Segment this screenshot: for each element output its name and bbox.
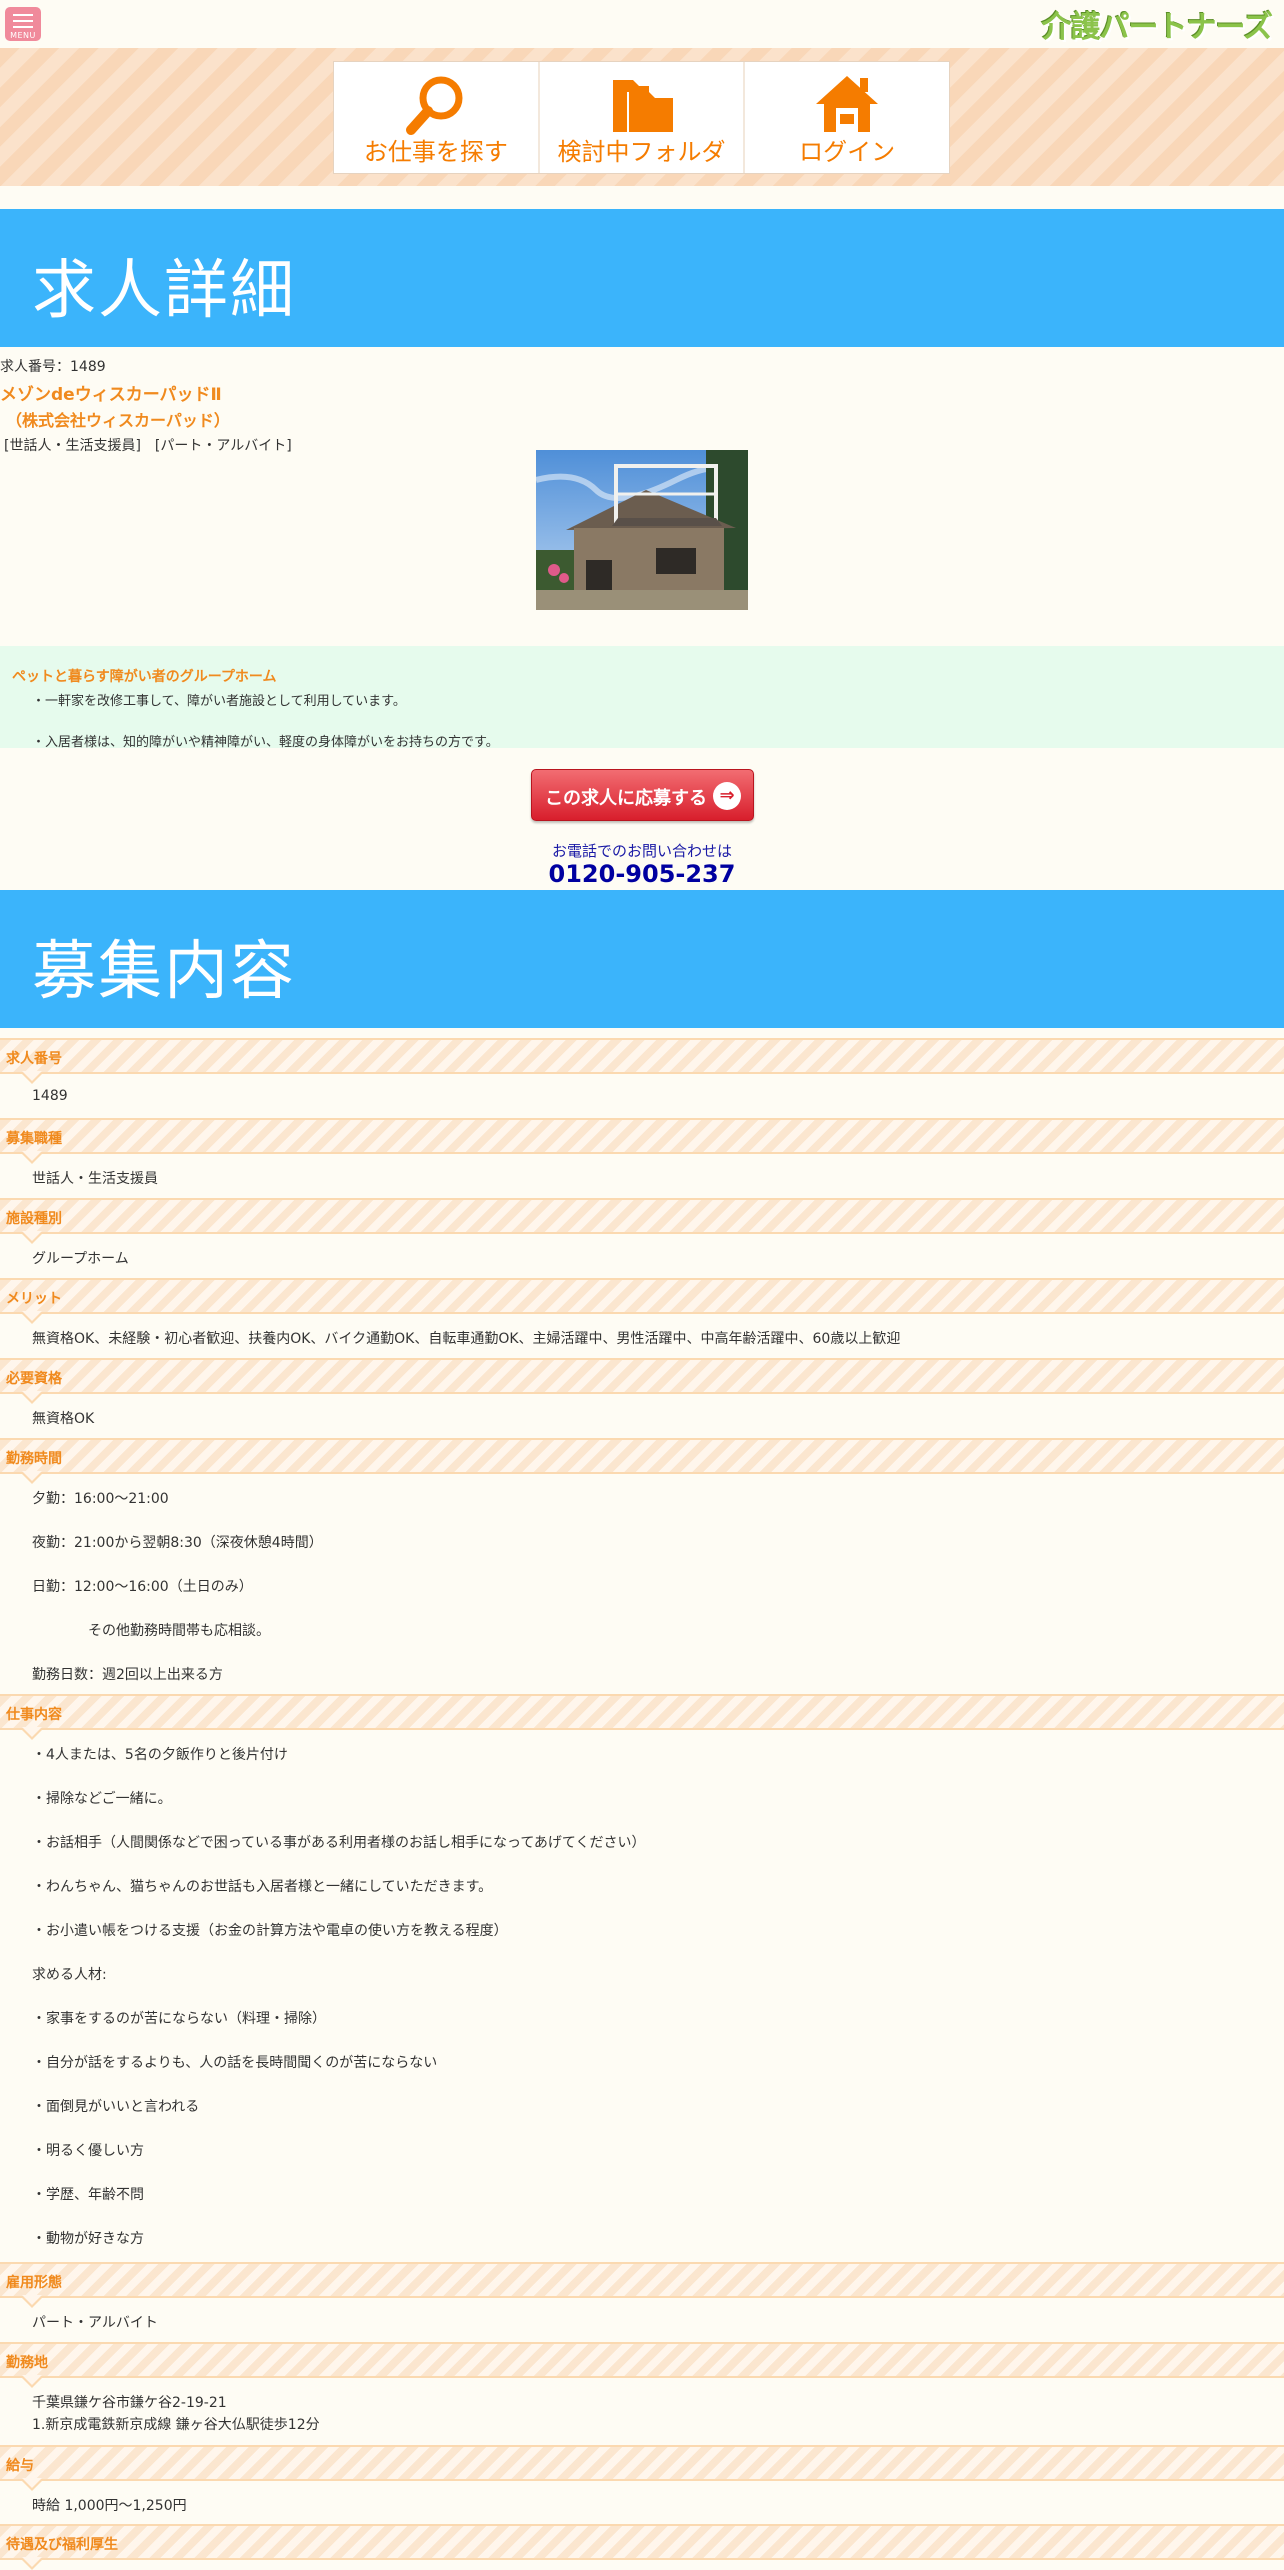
nav-label: お仕事を探す	[363, 138, 508, 166]
notch-decoration	[22, 2375, 42, 2385]
banner-title: 求人詳細	[32, 254, 296, 328]
apply-button[interactable]: この求人に応募する ⇒	[531, 769, 754, 821]
detail-value: パート・アルバイト	[32, 2315, 158, 2331]
detail-value: ・動物が好きな方	[32, 2231, 144, 2247]
detail-heading: メリット	[0, 1278, 1284, 1324]
intro-line: ・一軒家を改修工事して、障がい者施設として利用しています。	[32, 694, 406, 709]
detail-value: 夕勤：16:00～21:00	[32, 1491, 169, 1507]
detail-value: ・わんちゃん、猫ちゃんのお世話も入居者様と一緒にしていただきます。	[32, 1879, 493, 1895]
detail-heading: 必要資格	[0, 1358, 1284, 1404]
logo-text: 介護パートナーズ	[1041, 10, 1273, 45]
detail-heading-label: 必要資格	[6, 1371, 62, 1387]
detail-value: その他勤務時間帯も応相談。	[88, 1623, 270, 1639]
main-nav: お仕事を探す 検討中フォルダ ログイン	[333, 61, 950, 174]
notch-decoration	[22, 1311, 42, 1321]
detail-heading-label: 待遇及び福利厚生	[6, 2537, 118, 2553]
detail-heading: 勤務地	[0, 2342, 1284, 2388]
notch-decoration	[22, 1071, 42, 1081]
intro-heading: ペットと暮らす障がい者のグループホーム	[12, 669, 277, 685]
detail-value: 日勤：12:00～16:00（土日のみ）	[32, 1579, 253, 1595]
detail-value: 世話人・生活支援員	[32, 1171, 158, 1187]
detail-heading-label: 募集職種	[6, 1131, 62, 1147]
detail-heading: 雇用形態	[0, 2262, 1284, 2308]
detail-value: 千葉県鎌ケ谷市鎌ケ谷2-19-21	[32, 2395, 227, 2411]
detail-value: ・お小遣い帳をつける支援（お金の計算方法や電卓の使い方を教える程度）	[32, 1923, 508, 1939]
job-summary: 求人番号：1489 メゾンdeウィスカーパッドⅡ （株式会社ウィスカーパッド） …	[0, 356, 1284, 455]
detail-value: ・4人または、5名の夕飯作りと後片付け	[32, 1747, 288, 1763]
banner-title: 募集内容	[32, 935, 296, 1009]
detail-value: 求める人材:	[32, 1967, 107, 1983]
job-number: 求人番号：1489	[0, 359, 106, 375]
detail-heading-label: メリット	[6, 1291, 62, 1307]
notch-decoration	[22, 1391, 42, 1401]
site-logo[interactable]: 介護パートナーズ	[1041, 4, 1273, 45]
facility-photo	[536, 450, 748, 610]
detail-heading-label: 求人番号	[6, 1051, 62, 1067]
folder-icon	[612, 80, 673, 132]
company-name: （株式会社ウィスカーパッド）	[6, 411, 230, 430]
detail-heading: 給与	[0, 2445, 1284, 2491]
nav-search-jobs[interactable]: お仕事を探す	[334, 62, 540, 173]
notch-decoration	[22, 1727, 42, 1737]
detail-value: ・学歴、年齢不問	[32, 2187, 144, 2203]
detail-heading: 施設種別	[0, 1198, 1284, 1244]
detail-value: 夜勤：21:00から翌朝8:30（深夜休憩4時間）	[32, 1535, 323, 1551]
section-banner-recruit: 募集内容	[0, 890, 1284, 1028]
detail-value: グループホーム	[32, 1251, 129, 1267]
detail-heading-label: 施設種別	[6, 1211, 62, 1227]
nav-login[interactable]: ログイン	[745, 62, 950, 173]
notch-decoration	[22, 2557, 42, 2567]
intro-box: ペットと暮らす障がい者のグループホーム ・一軒家を改修工事して、障がい者施設とし…	[0, 646, 1284, 750]
detail-value: 無資格OK、未経験・初心者歓迎、扶養内OK、バイク通勤OK、自転車通勤OK、主婦…	[32, 1331, 901, 1347]
menu-button[interactable]: MENU	[5, 7, 41, 41]
notch-decoration	[22, 1151, 42, 1161]
notch-decoration	[22, 1471, 42, 1481]
detail-value: 1.新京成電鉄新京成線 鎌ヶ谷大仏駅徒歩12分	[32, 2417, 320, 2433]
detail-heading-label: 勤務地	[6, 2355, 48, 2371]
detail-value: ・明るく優しい方	[32, 2143, 144, 2159]
detail-value: 1489	[32, 1088, 68, 1104]
nav-label: 検討中フォルダ	[557, 138, 726, 166]
phone-number[interactable]: 0120-905-237	[0, 860, 1284, 888]
detail-heading: 仕事内容	[0, 1694, 1284, 1740]
notch-decoration	[22, 2478, 42, 2488]
arrow-right-icon: ⇒	[713, 782, 741, 810]
detail-value: ・自分が話をするよりも、人の話を長時間聞くのが苦にならない	[32, 2055, 438, 2071]
notch-decoration	[22, 2295, 42, 2305]
detail-heading-label: 勤務時間	[6, 1451, 62, 1467]
detail-heading: 待遇及び福利厚生	[0, 2524, 1284, 2570]
top-bar: MENU 介護パートナーズ	[0, 0, 1284, 48]
detail-value: ・家事をするのが苦にならない（料理・掃除）	[32, 2011, 326, 2027]
detail-value: ・掃除などご一緒に。	[32, 1791, 172, 1807]
section-banner-detail: 求人詳細	[0, 209, 1284, 347]
intro-line: ・入居者様は、知的障がいや精神障がい、軽度の身体障がいをお持ちの方です。	[32, 735, 499, 750]
nav-folder[interactable]: 検討中フォルダ	[539, 62, 746, 173]
detail-value: 無資格OK	[32, 1411, 95, 1427]
detail-value: ・面倒見がいいと言われる	[32, 2099, 200, 2115]
detail-heading-label: 給与	[6, 2458, 34, 2474]
detail-heading: 募集職種	[0, 1118, 1284, 1164]
search-icon	[405, 76, 463, 135]
home-icon	[816, 76, 879, 132]
menu-icon	[13, 14, 33, 16]
detail-value: 時給 1,000円～1,250円	[32, 2498, 187, 2514]
detail-value: 勤務日数：週2回以上出来る方	[32, 1667, 223, 1683]
detail-value: ・お話相手（人間関係などで困っている事がある利用者様のお話し相手になってあげてく…	[32, 1835, 646, 1851]
detail-heading: 求人番号	[0, 1038, 1284, 1084]
detail-heading-label: 仕事内容	[6, 1707, 62, 1723]
notch-decoration	[22, 1231, 42, 1241]
nav-label: ログイン	[799, 138, 896, 166]
facility-name: メゾンdeウィスカーパッドⅡ	[0, 385, 222, 405]
detail-heading-label: 雇用形態	[6, 2275, 62, 2291]
apply-label: この求人に応募する	[545, 788, 707, 809]
phone-caption: お電話でのお問い合わせは	[551, 842, 732, 860]
menu-label: MENU	[10, 31, 36, 40]
detail-heading: 勤務時間	[0, 1438, 1284, 1484]
